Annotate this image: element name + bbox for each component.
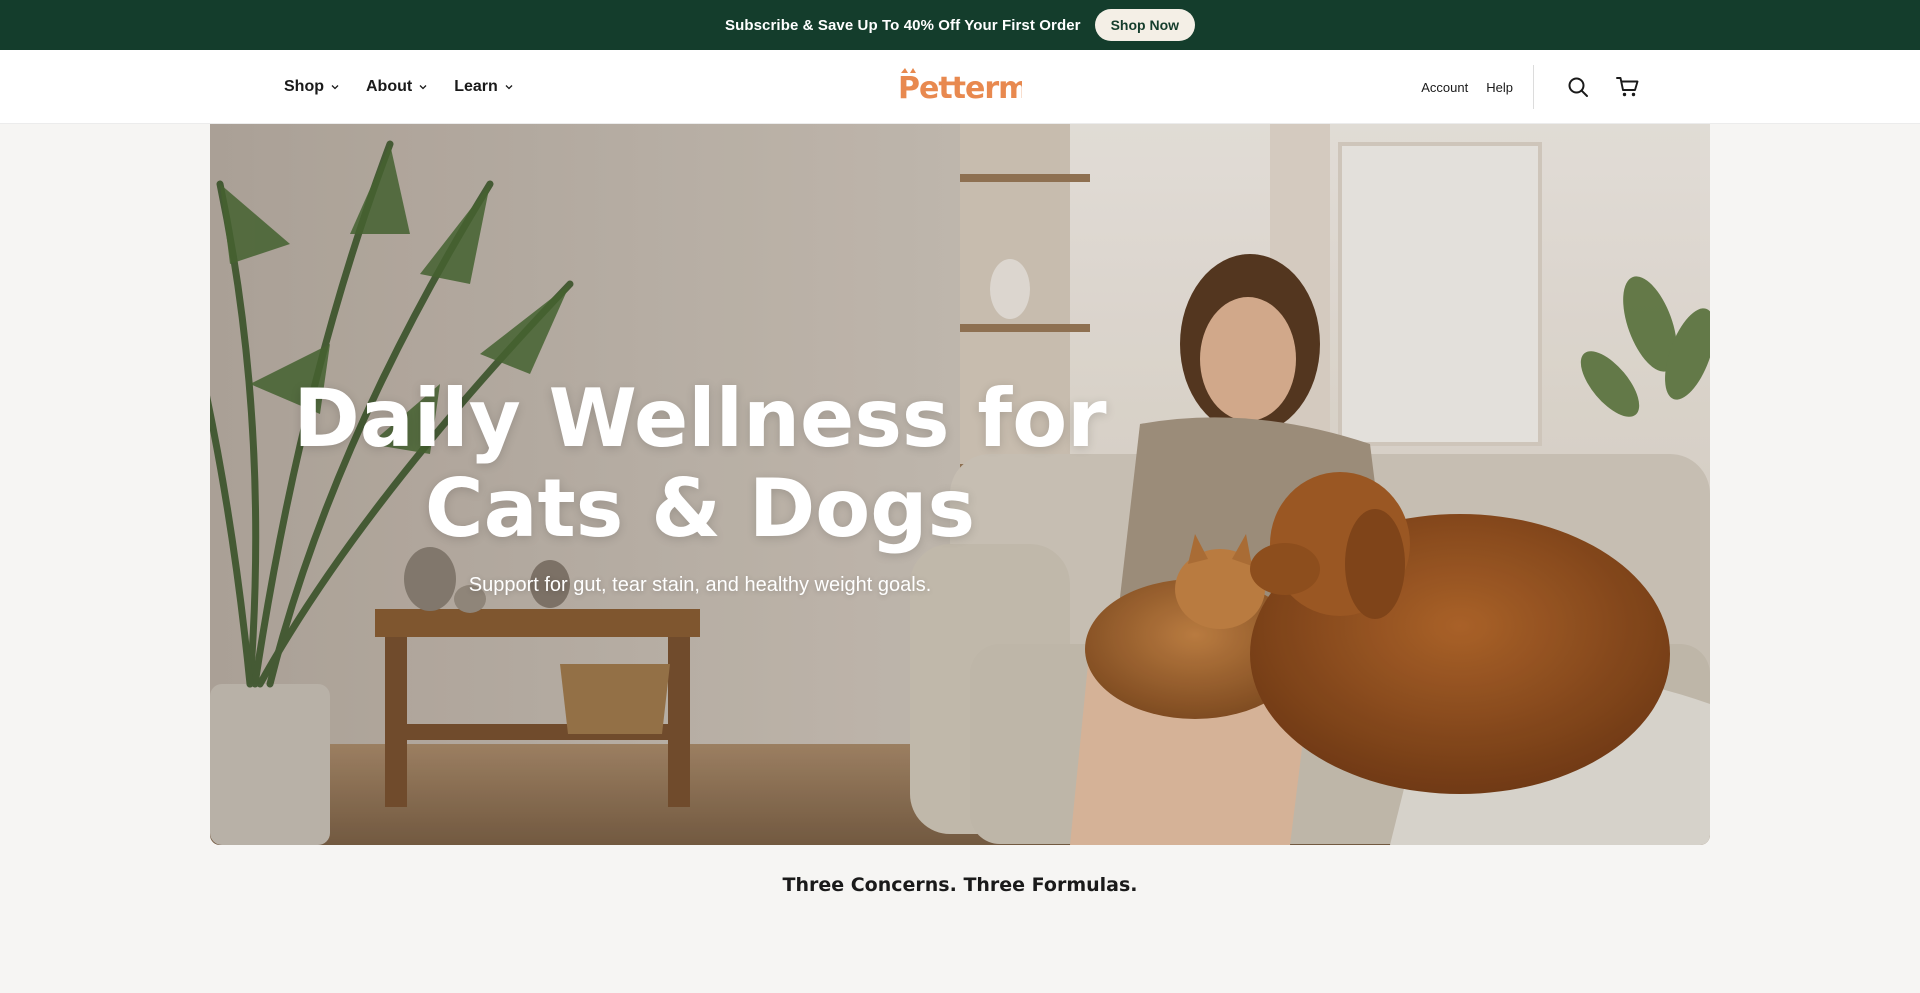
utility-nav: Account Help	[1403, 50, 1642, 124]
announcement-bar: Subscribe & Save Up To 40% Off Your Firs…	[0, 0, 1920, 50]
help-link[interactable]: Help	[1486, 80, 1513, 95]
nav-item-label: About	[366, 78, 413, 95]
nav-item-learn[interactable]: Learn	[454, 78, 514, 96]
section-heading: Three Concerns. Three Formulas.	[782, 874, 1138, 896]
svg-text:Petterm: Petterm	[898, 71, 1022, 106]
cart-icon[interactable]	[1614, 73, 1642, 101]
chevron-down-icon	[331, 85, 339, 90]
chevron-down-icon	[419, 85, 427, 90]
hero-title: Daily Wellness for Cats & Dogs	[293, 372, 1107, 555]
nav-item-shop[interactable]: Shop	[284, 78, 340, 96]
site-header: Shop About Learn Petterm Account Help	[0, 50, 1920, 124]
hero-subtitle: Support for gut, tear stain, and healthy…	[468, 574, 932, 596]
hero-copy: Daily Wellness for Cats & Dogs Support f…	[250, 374, 1150, 597]
nav-item-label: Learn	[454, 78, 498, 95]
nav-item-label: Shop	[284, 78, 324, 95]
announcement-text: Subscribe & Save Up To 40% Off Your Firs…	[724, 16, 1081, 34]
shop-now-button[interactable]: Shop Now	[1094, 9, 1196, 41]
chevron-down-icon	[505, 85, 513, 90]
header-divider	[1533, 65, 1534, 109]
hero-banner[interactable]: Daily Wellness for Cats & Dogs Support f…	[210, 124, 1710, 845]
search-icon[interactable]	[1564, 73, 1592, 101]
main-nav: Shop About Learn	[284, 50, 514, 124]
logo-wordmark: Petterm	[898, 68, 1022, 106]
nav-item-about[interactable]: About	[366, 78, 428, 96]
account-link[interactable]: Account	[1421, 80, 1468, 95]
brand-logo[interactable]: Petterm	[896, 64, 1024, 110]
